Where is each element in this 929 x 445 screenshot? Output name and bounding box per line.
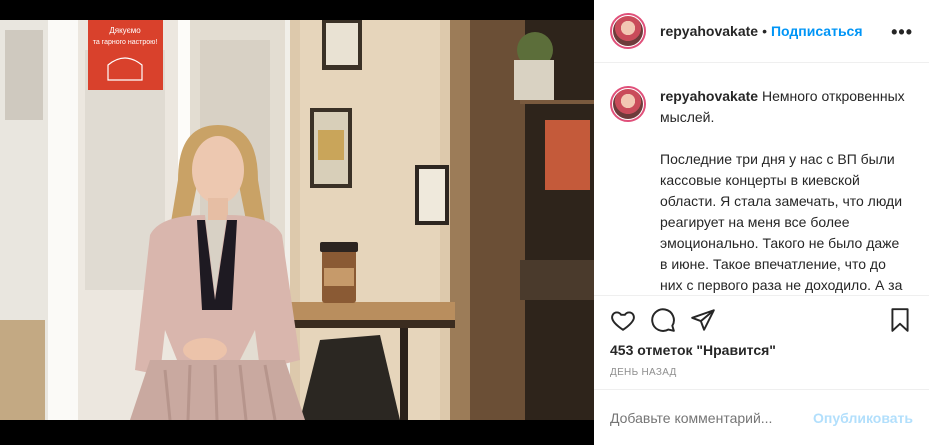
avatar-image (613, 89, 643, 119)
action-bar (610, 307, 913, 335)
caption-author-avatar[interactable] (610, 86, 646, 122)
caption-body: repyahovakate Немного откровенных мыслей… (660, 86, 905, 295)
comments-area[interactable]: repyahovakate Немного откровенных мыслей… (594, 64, 929, 296)
author-avatar[interactable] (610, 13, 646, 49)
post-timestamp[interactable]: ДЕНЬ НАЗАД (610, 367, 677, 378)
heart-icon[interactable] (610, 307, 636, 333)
sign-text-line2: та гарного настрою! (93, 39, 158, 46)
comment-icon[interactable] (650, 307, 676, 333)
avatar-image (613, 16, 643, 46)
bookmark-icon[interactable] (887, 307, 913, 333)
share-icon[interactable] (690, 307, 716, 333)
sign-text-line1: Дякуємо (109, 26, 141, 35)
photo-image: Дякуємо та гарного настрою! (0, 20, 594, 420)
post-photo[interactable]: Дякуємо та гарного настрою! (0, 0, 594, 445)
caption-comment: repyahovakate Немного откровенных мыслей… (610, 86, 913, 295)
post-side-panel: repyahovakate • Подписаться ••• repyahov… (594, 0, 929, 445)
post-header: repyahovakate • Подписаться ••• (594, 0, 929, 63)
comment-input[interactable] (610, 409, 814, 426)
photo-illustration: Дякуємо та гарного настрою! (0, 20, 594, 420)
more-options-icon[interactable]: ••• (891, 22, 913, 43)
add-comment-bar: Опубликовать (594, 389, 929, 445)
likes-count[interactable]: 453 отметок "Нравится" (610, 342, 776, 358)
post-comment-button[interactable]: Опубликовать (813, 410, 913, 426)
follow-button[interactable]: Подписаться (771, 23, 863, 39)
caption-username[interactable]: repyahovakate (660, 88, 758, 104)
caption-text: Немного откровенных мыслей. Последние тр… (660, 88, 905, 293)
header-separator: • (762, 23, 767, 39)
author-username[interactable]: repyahovakate (660, 23, 758, 39)
